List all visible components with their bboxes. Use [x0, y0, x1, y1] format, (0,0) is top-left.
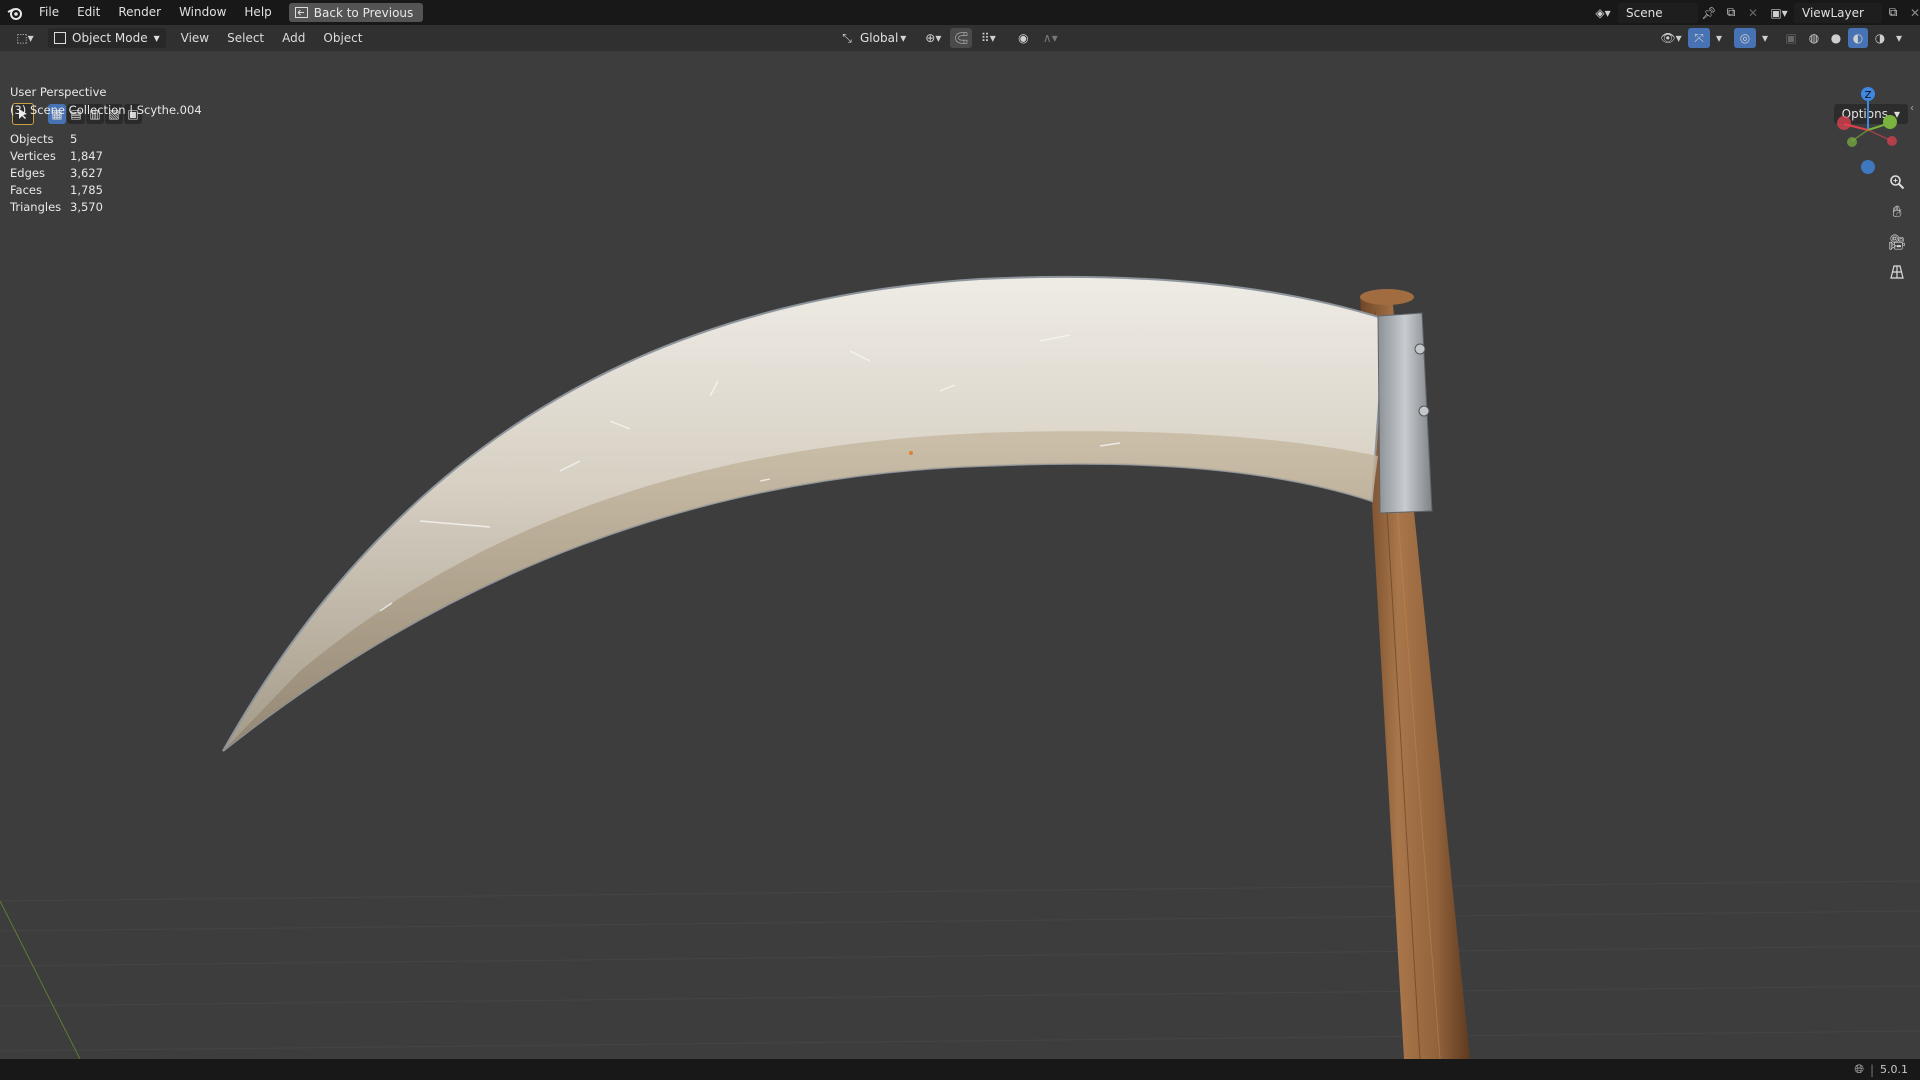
menu-file[interactable]: File: [30, 0, 68, 25]
scene-statistics: Objects 5 Vertices 1,847 Edges 3,627 Faces 1…: [10, 131, 103, 216]
viewlayer-name-field[interactable]: ViewLayer: [1794, 2, 1882, 23]
scene-browse-icon[interactable]: ◈▾: [1588, 3, 1618, 23]
wireframe-shading-icon[interactable]: ◍: [1804, 28, 1824, 48]
falloff-icon[interactable]: ∧▾: [1036, 28, 1064, 48]
sidebar-toggle-icon[interactable]: ‹: [1910, 103, 1914, 114]
new-viewlayer-icon[interactable]: ⧉: [1882, 3, 1904, 23]
menu-object[interactable]: Object: [314, 25, 371, 51]
menu-view[interactable]: View: [172, 25, 218, 51]
chevron-down-icon[interactable]: ▾: [1712, 28, 1726, 48]
solid-shading-icon[interactable]: ●: [1826, 28, 1846, 48]
top-bar: File Edit Render Window Help Back to Pre…: [0, 0, 1920, 25]
scene-selector: ◈▾ Scene 📌︎ ⧉ ✕: [1588, 2, 1764, 23]
chevron-down-icon: ▾: [900, 31, 907, 45]
delete-scene-icon[interactable]: ✕: [1742, 3, 1764, 23]
collection-label: (3) Scene Collection | Scythe.004: [10, 103, 202, 117]
proportional-edit-icon[interactable]: ◉: [1012, 28, 1034, 48]
chevron-down-icon[interactable]: ▾: [1892, 28, 1906, 48]
y-axis-line: [0, 900, 81, 1059]
xray-toggle-icon[interactable]: ▣: [1780, 28, 1802, 48]
transform-orientation-icon[interactable]: ⤡: [836, 28, 858, 48]
object-mode-icon: [54, 32, 66, 44]
object-origin: [909, 451, 913, 455]
perspective-label: User Perspective: [10, 85, 107, 99]
status-bar: 🌐︎ | 5.0.1: [0, 1059, 1920, 1080]
stat-row: Edges 3,627: [10, 166, 103, 180]
pan-hand-icon[interactable]: ✋︎: [1884, 199, 1910, 225]
viewlayer-browse-icon[interactable]: ▣▾: [1764, 3, 1794, 23]
separator: |: [1869, 1062, 1874, 1077]
version-label: 5.0.1: [1880, 1063, 1908, 1076]
scythe-model[interactable]: [0, 51, 1920, 1059]
blender-logo-icon[interactable]: [0, 0, 30, 25]
transform-controls: ⤡ Global ▾ ⊕▾ 🧲︎ ⠿▾ ◉ ∧▾: [836, 28, 1064, 48]
transform-orientation-dropdown[interactable]: Global: [860, 31, 898, 45]
back-to-previous-label: Back to Previous: [313, 5, 414, 20]
3d-viewport[interactable]: ▦ ▤ ▥ ▧ ▣ Options ▾ User Perspective (3)…: [0, 51, 1920, 1059]
object-mode-dropdown[interactable]: Object Mode ▾: [48, 28, 166, 48]
camera-view-icon[interactable]: 🎥︎: [1884, 229, 1910, 255]
menu-render[interactable]: Render: [109, 0, 170, 25]
stat-row: Objects 5: [10, 132, 78, 146]
menu-add[interactable]: Add: [273, 25, 314, 51]
chevron-down-icon[interactable]: ▾: [1758, 28, 1772, 48]
menu-help[interactable]: Help: [235, 0, 280, 25]
menu-select[interactable]: Select: [218, 25, 273, 51]
navigation-gizmo[interactable]: Z: [1828, 85, 1908, 175]
zoom-icon[interactable]: [1884, 169, 1910, 195]
back-icon: [294, 7, 308, 18]
editor-type-icon[interactable]: ⬚▾: [8, 28, 42, 48]
viewlayer-selector: ▣▾ ViewLayer ⧉ ✕: [1764, 2, 1920, 23]
gizmo-toggle-icon[interactable]: ⤧: [1688, 28, 1710, 48]
chevron-down-icon: ▾: [153, 31, 160, 45]
viewport-shading-controls: 👁︎▾ ⤧ ▾ ◎ ▾ ▣ ◍ ● ◐ ◑ ▾: [1656, 28, 1906, 48]
stat-row: Vertices 1,847: [10, 149, 103, 163]
pin-icon[interactable]: 📌︎: [1698, 3, 1720, 23]
stat-row: Triangles 3,570: [10, 200, 103, 214]
scene-name-field[interactable]: Scene: [1618, 2, 1698, 23]
stat-row: Faces 1,785: [10, 183, 103, 197]
gizmo-z-label: Z: [1865, 90, 1872, 101]
visibility-icon[interactable]: 👁︎▾: [1656, 28, 1686, 48]
pivot-point-icon[interactable]: ⊕▾: [918, 28, 948, 48]
rendered-shading-icon[interactable]: ◑: [1870, 28, 1890, 48]
viewport-header: ⬚▾ Object Mode ▾ View Select Add Object …: [0, 25, 1920, 51]
network-icon: 🌐︎: [1854, 1062, 1864, 1076]
new-scene-icon[interactable]: ⧉: [1720, 3, 1742, 23]
back-to-previous-button[interactable]: Back to Previous: [288, 3, 424, 22]
material-shading-icon[interactable]: ◐: [1848, 28, 1868, 48]
menu-edit[interactable]: Edit: [68, 0, 109, 25]
delete-viewlayer-icon[interactable]: ✕: [1904, 3, 1920, 23]
snap-target-icon[interactable]: ⠿▾: [974, 28, 1002, 48]
snap-icon[interactable]: 🧲︎: [950, 28, 973, 48]
overlays-toggle-icon[interactable]: ◎: [1734, 28, 1756, 48]
menu-window[interactable]: Window: [170, 0, 235, 25]
perspective-toggle-icon[interactable]: [1884, 259, 1910, 285]
floor-grid: [0, 880, 1920, 1052]
